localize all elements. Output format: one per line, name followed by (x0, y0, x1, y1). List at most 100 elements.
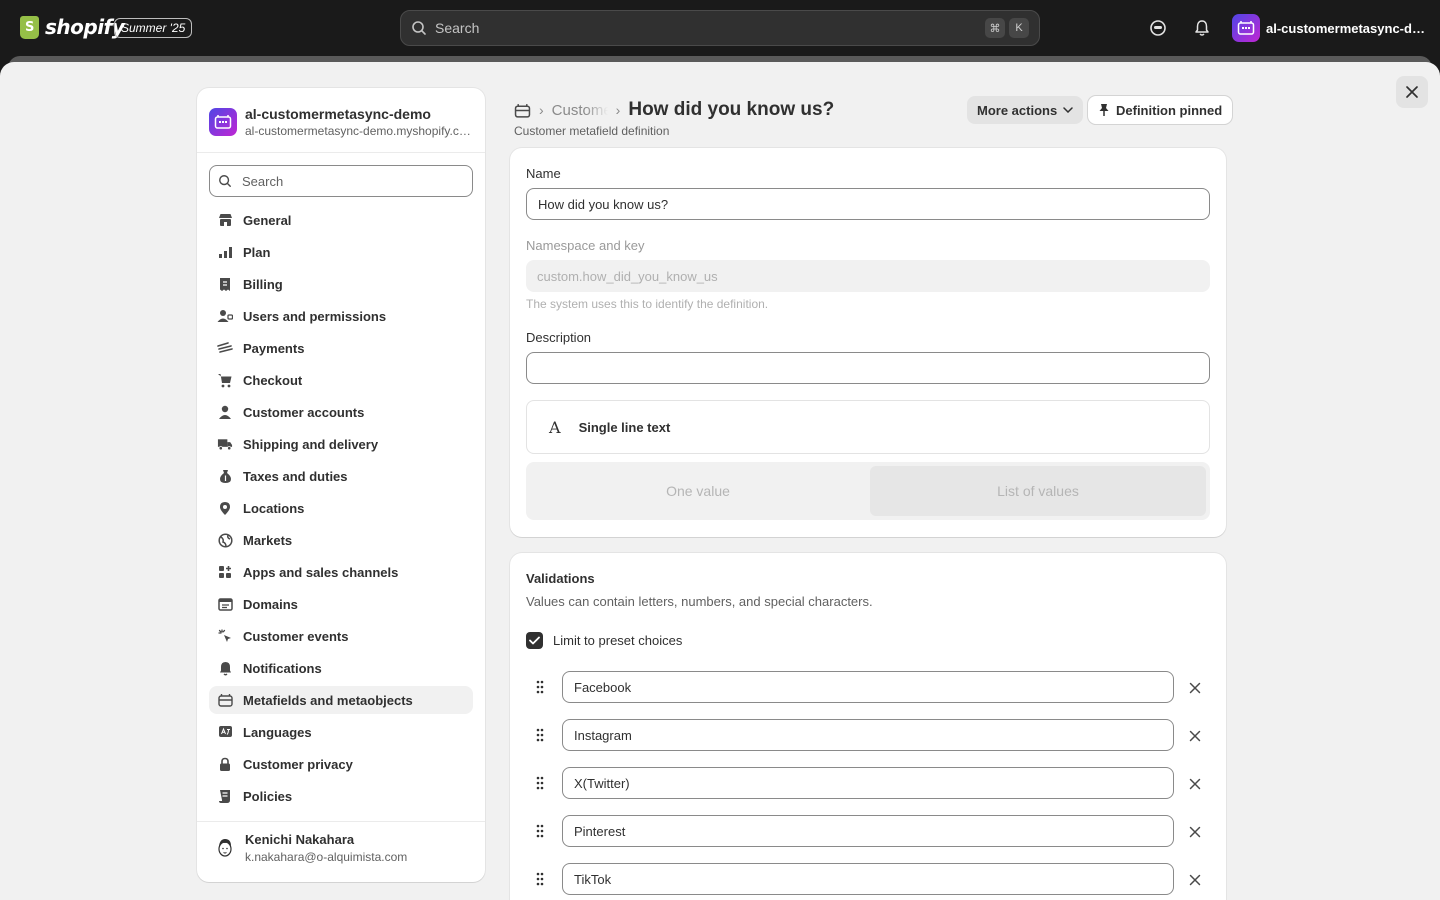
description-input[interactable] (526, 352, 1210, 384)
chevron-right-icon: › (539, 102, 544, 118)
store-header[interactable]: al-customermetasync-demo al-customermeta… (209, 102, 473, 142)
one-value-option: One value (666, 483, 730, 499)
sidebar-item-checkout[interactable]: Checkout (209, 366, 473, 394)
sidebar-item-label: Payments (243, 340, 305, 356)
sidekick-icon[interactable] (1147, 17, 1169, 39)
sidebar-item-payments[interactable]: Payments (209, 334, 473, 362)
remove-choice-icon[interactable] (1186, 823, 1204, 841)
remove-choice-icon[interactable] (1186, 775, 1204, 793)
truck-icon (217, 436, 233, 452)
sidebar-item-customer-events[interactable]: Customer events (209, 622, 473, 650)
drag-handle-icon[interactable] (532, 775, 548, 791)
settings-search-placeholder: Search (242, 173, 284, 189)
store-switcher[interactable]: al-customermetasync-demo (1232, 14, 1428, 42)
users-icon (217, 308, 233, 324)
logo-text: shopify (45, 15, 125, 39)
policy-icon (217, 788, 233, 804)
content-type-selector[interactable]: A Single line text (526, 400, 1210, 454)
remove-choice-icon[interactable] (1186, 679, 1204, 697)
kbd-k: K (1009, 18, 1029, 38)
preset-choice-input[interactable]: X(Twitter) (562, 767, 1174, 799)
location-icon (217, 500, 233, 516)
sidebar-item-customer-privacy[interactable]: Customer privacy (209, 750, 473, 778)
sidebar-item-shipping[interactable]: Shipping and delivery (209, 430, 473, 458)
drag-handle-icon[interactable] (532, 727, 548, 743)
payments-icon (217, 340, 233, 356)
search-icon (412, 21, 426, 35)
sidebar-item-label: Users and permissions (243, 308, 387, 324)
name-input[interactable]: How did you know us? (526, 188, 1210, 220)
sidebar-item-locations[interactable]: Locations (209, 494, 473, 522)
drag-handle-icon[interactable] (532, 871, 548, 887)
sidebar-item-label: Apps and sales channels (243, 564, 399, 580)
user-avatar (213, 836, 237, 860)
plan-icon (217, 244, 233, 260)
sidebar-item-label: Domains (243, 596, 298, 612)
page-title: How did you know us? (628, 99, 835, 120)
sidebar-item-label: Customer accounts (243, 404, 365, 420)
name-label: Name (526, 166, 561, 181)
cart-icon (217, 372, 233, 388)
sidebar-item-label: Checkout (243, 372, 303, 388)
settings-search-input[interactable]: Search (209, 165, 473, 197)
sidebar-item-label: Customer privacy (243, 756, 353, 772)
sidebar-item-plan[interactable]: Plan (209, 238, 473, 266)
sidebar-item-policies[interactable]: Policies (209, 782, 473, 810)
tax-icon (217, 468, 233, 484)
sidebar-item-billing[interactable]: Billing (209, 270, 473, 298)
store-avatar (1232, 14, 1260, 42)
drag-handle-icon[interactable] (532, 679, 548, 695)
definition-pinned-button[interactable]: Definition pinned (1088, 96, 1233, 124)
shopify-logo[interactable]: shopify (20, 15, 125, 39)
sidebar-item-taxes[interactable]: Taxes and duties (209, 462, 473, 490)
checkbox-checked-icon (526, 632, 543, 649)
preset-choice-input[interactable]: Facebook (562, 671, 1174, 703)
billing-icon (217, 276, 233, 292)
sidebar-item-customer-accounts[interactable]: Customer accounts (209, 398, 473, 426)
language-icon (217, 724, 233, 740)
sidebar-item-markets[interactable]: Markets (209, 526, 473, 554)
definition-card: Name How did you know us? Namespace and … (510, 148, 1226, 537)
settings-nav-list: General Plan Billing Users and permissio… (209, 206, 473, 814)
list-of-values-option: List of values (870, 466, 1206, 516)
sidebar-item-label: Taxes and duties (243, 468, 348, 484)
preset-choice-input[interactable]: Instagram (562, 719, 1174, 751)
store-name: al-customermetasync-demo (245, 106, 431, 122)
sidebar-item-metafields[interactable]: Metafields and metaobjects (209, 686, 473, 714)
metafields-icon[interactable] (514, 103, 531, 118)
remove-choice-icon[interactable] (1186, 727, 1204, 745)
sidebar-item-notifications[interactable]: Notifications (209, 654, 473, 682)
sidebar-item-general[interactable]: General (209, 206, 473, 234)
sidebar-item-domains[interactable]: Domains (209, 590, 473, 618)
close-settings-button[interactable] (1396, 76, 1428, 108)
limit-preset-choices-checkbox[interactable]: Limit to preset choices (526, 632, 682, 649)
preset-choice-row: X(Twitter) (526, 767, 1210, 799)
preset-choice-input[interactable]: TikTok (562, 863, 1174, 895)
definition-pinned-label: Definition pinned (1116, 102, 1223, 118)
preset-choice-input[interactable]: Pinterest (562, 815, 1174, 847)
description-label: Description (526, 330, 592, 345)
sidebar-item-languages[interactable]: Languages (209, 718, 473, 746)
preset-choice-row: Pinterest (526, 815, 1210, 847)
sidebar-item-apps[interactable]: Apps and sales channels (209, 558, 473, 586)
sidebar-item-label: Shipping and delivery (243, 436, 379, 452)
content-type-label: Single line text (578, 419, 671, 435)
globe-icon (217, 532, 233, 548)
sidebar-item-users[interactable]: Users and permissions (209, 302, 473, 330)
user-account[interactable]: Kenichi Nakahara k.nakahara@o-alquimista… (213, 832, 407, 864)
edition-badge[interactable]: Summer '25 (114, 18, 193, 38)
sidebar-item-label: Languages (243, 724, 312, 740)
settings-sidebar: al-customermetasync-demo al-customermeta… (197, 88, 485, 882)
remove-choice-icon[interactable] (1186, 871, 1204, 889)
lock-icon (217, 756, 233, 772)
metafields-app-icon (1237, 21, 1255, 35)
breadcrumb-customers[interactable]: Customers (552, 102, 608, 119)
search-icon (219, 175, 231, 187)
global-search-input[interactable]: Search ⌘ K (400, 10, 1040, 46)
bell-icon (217, 660, 233, 676)
more-actions-button[interactable]: More actions (967, 96, 1084, 124)
shopify-bag-icon (20, 15, 39, 39)
drag-handle-icon[interactable] (532, 823, 548, 839)
preset-choice-row: Instagram (526, 719, 1210, 751)
notifications-bell-icon[interactable] (1191, 17, 1213, 39)
